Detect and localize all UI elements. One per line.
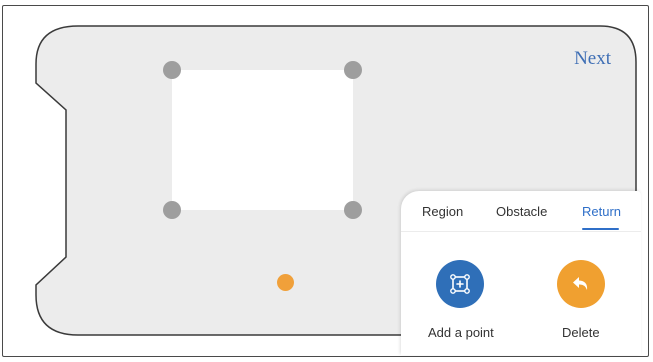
region-handle-top-left[interactable] (163, 61, 181, 79)
tool-panel: Region Obstacle Return Add a point Delet… (401, 191, 641, 355)
undo-arrow-icon (573, 277, 588, 290)
add-point-icon (450, 274, 470, 294)
delete-button[interactable] (557, 260, 605, 308)
tab-obstacle[interactable]: Obstacle (496, 204, 547, 219)
tab-return[interactable]: Return (582, 204, 621, 219)
add-point-label: Add a point (428, 325, 494, 340)
selected-region[interactable] (172, 70, 353, 210)
tab-region[interactable]: Region (422, 204, 463, 219)
next-button[interactable]: Next (574, 48, 611, 70)
region-handle-bottom-right[interactable] (344, 201, 362, 219)
add-point-button[interactable] (436, 260, 484, 308)
delete-label: Delete (562, 325, 600, 340)
region-handle-top-right[interactable] (344, 61, 362, 79)
tab-bar: Region Obstacle Return (401, 191, 641, 232)
region-handle-bottom-left[interactable] (163, 201, 181, 219)
robot-position-marker (277, 274, 294, 291)
active-tab-indicator (582, 228, 619, 230)
